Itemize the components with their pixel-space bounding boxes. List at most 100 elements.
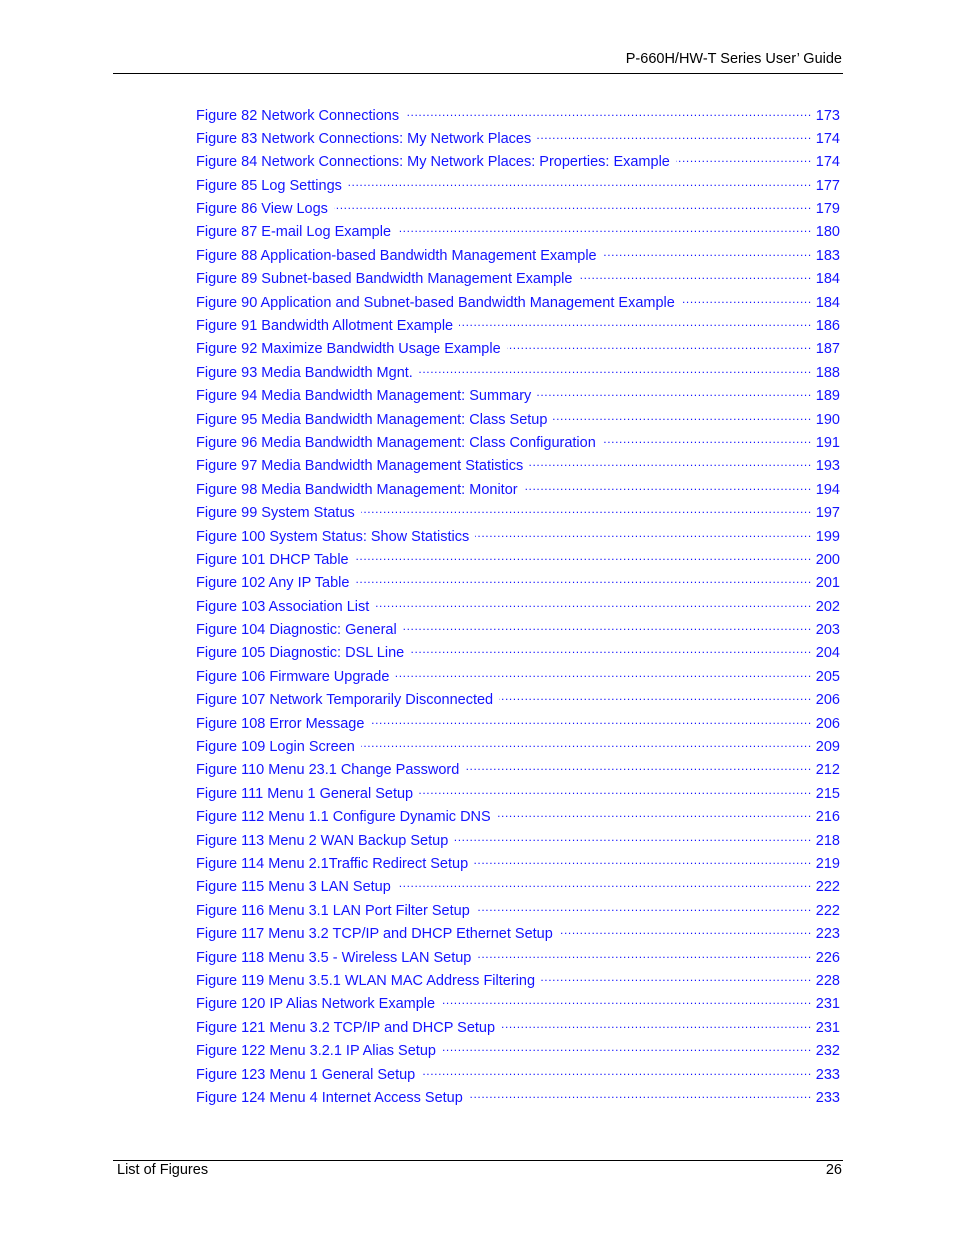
toc-entry[interactable]: Figure 98 Media Bandwidth Management: Mo… xyxy=(196,479,840,502)
toc-entry-label[interactable]: Figure 102 Any IP Table xyxy=(196,575,355,591)
toc-entry[interactable]: Figure 110 Menu 23.1 Change Password 212 xyxy=(196,760,840,783)
toc-entry-label[interactable]: Figure 94 Media Bandwidth Management: Su… xyxy=(196,388,537,404)
toc-entry-label[interactable]: Figure 106 Firmware Upgrade xyxy=(196,669,395,685)
toc-entry[interactable]: Figure 85 Log Settings 177 xyxy=(196,175,840,198)
toc-entry-label[interactable]: Figure 115 Menu 3 LAN Setup xyxy=(196,879,397,895)
toc-entry-label[interactable]: Figure 85 Log Settings xyxy=(196,178,348,194)
toc-entry-label[interactable]: Figure 116 Menu 3.1 LAN Port Filter Setu… xyxy=(196,903,476,919)
toc-entry-page[interactable]: 174 xyxy=(812,154,840,170)
toc-entry-label[interactable]: Figure 121 Menu 3.2 TCP/IP and DHCP Setu… xyxy=(196,1020,501,1036)
toc-entry-label[interactable]: Figure 105 Diagnostic: DSL Line xyxy=(196,645,410,661)
toc-entry[interactable]: Figure 119 Menu 3.5.1 WLAN MAC Address F… xyxy=(196,970,840,993)
toc-entry-label[interactable]: Figure 87 E-mail Log Example xyxy=(196,224,397,240)
toc-entry-label[interactable]: Figure 122 Menu 3.2.1 IP Alias Setup xyxy=(196,1043,442,1059)
toc-entry-label[interactable]: Figure 82 Network Connections xyxy=(196,108,405,124)
toc-entry-page[interactable]: 199 xyxy=(812,529,840,545)
toc-entry-page[interactable]: 205 xyxy=(812,669,840,685)
toc-entry-label[interactable]: Figure 108 Error Message xyxy=(196,716,370,732)
toc-entry-page[interactable]: 233 xyxy=(812,1067,840,1083)
toc-entry[interactable]: Figure 121 Menu 3.2 TCP/IP and DHCP Setu… xyxy=(196,1017,840,1040)
toc-entry[interactable]: Figure 102 Any IP Table 201 xyxy=(196,573,840,596)
toc-entry-page[interactable]: 174 xyxy=(812,131,840,147)
toc-entry-page[interactable]: 231 xyxy=(812,1020,840,1036)
toc-entry[interactable]: Figure 106 Firmware Upgrade 205 xyxy=(196,666,840,689)
toc-entry[interactable]: Figure 82 Network Connections 173 xyxy=(196,105,840,128)
toc-entry-label[interactable]: Figure 91 Bandwidth Allotment Example xyxy=(196,318,459,334)
toc-entry-label[interactable]: Figure 96 Media Bandwidth Management: Cl… xyxy=(196,435,602,451)
toc-entry-page[interactable]: 204 xyxy=(812,645,840,661)
toc-entry[interactable]: Figure 86 View Logs 179 xyxy=(196,199,840,222)
toc-entry-label[interactable]: Figure 124 Menu 4 Internet Access Setup xyxy=(196,1090,469,1106)
toc-entry-page[interactable]: 201 xyxy=(812,575,840,591)
toc-entry-page[interactable]: 226 xyxy=(812,950,840,966)
toc-entry[interactable]: Figure 91 Bandwidth Allotment Example 186 xyxy=(196,316,840,339)
toc-entry-label[interactable]: Figure 92 Maximize Bandwidth Usage Examp… xyxy=(196,341,507,357)
toc-entry-label[interactable]: Figure 99 System Status xyxy=(196,505,361,521)
toc-entry-page[interactable]: 222 xyxy=(812,903,840,919)
toc-entry-label[interactable]: Figure 98 Media Bandwidth Management: Mo… xyxy=(196,482,524,498)
toc-entry[interactable]: Figure 120 IP Alias Network Example 231 xyxy=(196,994,840,1017)
toc-entry-label[interactable]: Figure 100 System Status: Show Statistic… xyxy=(196,529,475,545)
toc-entry-page[interactable]: 202 xyxy=(812,599,840,615)
toc-entry-page[interactable]: 219 xyxy=(812,856,840,872)
toc-entry[interactable]: Figure 83 Network Connections: My Networ… xyxy=(196,128,840,151)
toc-entry-label[interactable]: Figure 114 Menu 2.1Traffic Redirect Setu… xyxy=(196,856,474,872)
toc-entry-label[interactable]: Figure 89 Subnet-based Bandwidth Managem… xyxy=(196,271,578,287)
toc-entry-page[interactable]: 194 xyxy=(812,482,840,498)
toc-entry[interactable]: Figure 122 Menu 3.2.1 IP Alias Setup 232 xyxy=(196,1041,840,1064)
toc-entry-page[interactable]: 187 xyxy=(812,341,840,357)
toc-entry-label[interactable]: Figure 88 Application-based Bandwidth Ma… xyxy=(196,248,603,264)
toc-entry[interactable]: Figure 107 Network Temporarily Disconnec… xyxy=(196,690,840,713)
toc-entry[interactable]: Figure 111 Menu 1 General Setup 215 xyxy=(196,783,840,806)
toc-entry-label[interactable]: Figure 95 Media Bandwidth Management: Cl… xyxy=(196,412,553,428)
toc-entry[interactable]: Figure 103 Association List 202 xyxy=(196,596,840,619)
toc-entry-label[interactable]: Figure 103 Association List xyxy=(196,599,375,615)
toc-entry[interactable]: Figure 94 Media Bandwidth Management: Su… xyxy=(196,386,840,409)
toc-entry-page[interactable]: 212 xyxy=(812,762,840,778)
toc-entry-label[interactable]: Figure 86 View Logs xyxy=(196,201,334,217)
toc-entry[interactable]: Figure 101 DHCP Table 200 xyxy=(196,549,840,572)
toc-entry-page[interactable]: 209 xyxy=(812,739,840,755)
toc-entry[interactable]: Figure 89 Subnet-based Bandwidth Managem… xyxy=(196,269,840,292)
toc-entry[interactable]: Figure 124 Menu 4 Internet Access Setup 2… xyxy=(196,1087,840,1110)
toc-entry[interactable]: Figure 117 Menu 3.2 TCP/IP and DHCP Ethe… xyxy=(196,924,840,947)
toc-entry-label[interactable]: Figure 93 Media Bandwidth Mgnt. xyxy=(196,365,419,381)
toc-entry-page[interactable]: 177 xyxy=(812,178,840,194)
toc-entry[interactable]: Figure 84 Network Connections: My Networ… xyxy=(196,152,840,175)
toc-entry[interactable]: Figure 99 System Status 197 xyxy=(196,503,840,526)
toc-entry-page[interactable]: 197 xyxy=(812,505,840,521)
toc-entry[interactable]: Figure 97 Media Bandwidth Management Sta… xyxy=(196,456,840,479)
toc-entry-page[interactable]: 203 xyxy=(812,622,840,638)
toc-entry-page[interactable]: 183 xyxy=(812,248,840,264)
toc-entry-label[interactable]: Figure 110 Menu 23.1 Change Password xyxy=(196,762,465,778)
toc-entry-label[interactable]: Figure 101 DHCP Table xyxy=(196,552,355,568)
toc-entry-page[interactable]: 222 xyxy=(812,879,840,895)
toc-entry[interactable]: Figure 118 Menu 3.5 - Wireless LAN Setup… xyxy=(196,947,840,970)
toc-entry-page[interactable]: 206 xyxy=(812,692,840,708)
toc-entry[interactable]: Figure 114 Menu 2.1Traffic Redirect Setu… xyxy=(196,854,840,877)
toc-entry-label[interactable]: Figure 90 Application and Subnet-based B… xyxy=(196,295,681,311)
toc-entry-page[interactable]: 216 xyxy=(812,809,840,825)
toc-entry-page[interactable]: 232 xyxy=(812,1043,840,1059)
toc-entry[interactable]: Figure 96 Media Bandwidth Management: Cl… xyxy=(196,432,840,455)
toc-entry[interactable]: Figure 116 Menu 3.1 LAN Port Filter Setu… xyxy=(196,900,840,923)
toc-entry-page[interactable]: 231 xyxy=(812,996,840,1012)
toc-entry-page[interactable]: 223 xyxy=(812,926,840,942)
toc-entry-label[interactable]: Figure 83 Network Connections: My Networ… xyxy=(196,131,537,147)
toc-entry-label[interactable]: Figure 97 Media Bandwidth Management Sta… xyxy=(196,458,529,474)
toc-entry-page[interactable]: 173 xyxy=(812,108,840,124)
toc-entry-page[interactable]: 215 xyxy=(812,786,840,802)
toc-entry[interactable]: Figure 104 Diagnostic: General 203 xyxy=(196,620,840,643)
toc-entry-label[interactable]: Figure 104 Diagnostic: General xyxy=(196,622,403,638)
toc-entry[interactable]: Figure 123 Menu 1 General Setup 233 xyxy=(196,1064,840,1087)
toc-entry-page[interactable]: 218 xyxy=(812,833,840,849)
toc-entry-label[interactable]: Figure 111 Menu 1 General Setup xyxy=(196,786,419,802)
toc-entry-page[interactable]: 186 xyxy=(812,318,840,334)
toc-entry-page[interactable]: 228 xyxy=(812,973,840,989)
toc-entry-page[interactable]: 191 xyxy=(812,435,840,451)
toc-entry-label[interactable]: Figure 120 IP Alias Network Example xyxy=(196,996,441,1012)
toc-entry-label[interactable]: Figure 113 Menu 2 WAN Backup Setup xyxy=(196,833,454,849)
toc-entry-page[interactable]: 233 xyxy=(812,1090,840,1106)
toc-entry[interactable]: Figure 113 Menu 2 WAN Backup Setup 218 xyxy=(196,830,840,853)
toc-entry[interactable]: Figure 92 Maximize Bandwidth Usage Examp… xyxy=(196,339,840,362)
